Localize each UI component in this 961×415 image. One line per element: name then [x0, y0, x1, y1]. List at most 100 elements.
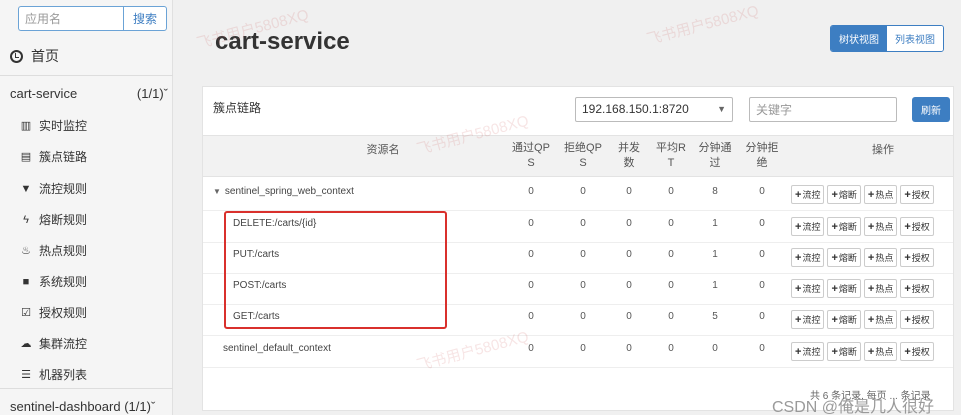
plus-icon: +: [904, 189, 911, 201]
col-minute-pass: 分钟通过: [698, 142, 732, 169]
table-cell: 8: [712, 186, 718, 197]
authority-rule-button[interactable]: +授权: [900, 279, 934, 298]
hotspot-rule-button[interactable]: +热点: [863, 279, 898, 298]
plus-icon: +: [867, 283, 875, 295]
hotspot-rule-button[interactable]: +热点: [863, 217, 898, 236]
plus-icon: +: [904, 221, 911, 233]
hotspot-rule-button[interactable]: +热点: [863, 310, 898, 329]
plus-icon: +: [867, 314, 875, 326]
flow-rule-button[interactable]: +流控: [791, 342, 825, 361]
list-view-button[interactable]: 列表视图: [887, 26, 943, 51]
dashboard-icon: [10, 49, 23, 63]
table-cell: 0: [528, 186, 534, 197]
col-minute-block: 分钟拒绝: [745, 142, 779, 169]
sidebar-item-system-rules[interactable]: ■ 系统规则: [20, 273, 87, 290]
table-cell: 0: [626, 280, 632, 291]
table-icon: ☰: [21, 369, 31, 381]
hotspot-rule-button[interactable]: +热点: [863, 248, 898, 267]
app-cart-service[interactable]: cart-service (1/1)ˇ: [10, 86, 168, 101]
plus-icon: +: [795, 189, 802, 201]
machine-select[interactable]: 192.168.150.1:8720 ▼: [575, 97, 733, 122]
flow-rule-button[interactable]: +流控: [791, 248, 825, 267]
plus-icon: +: [867, 221, 875, 233]
authority-rule-button[interactable]: +授权: [900, 310, 934, 329]
table-cell: 0: [528, 280, 534, 291]
plus-icon: +: [831, 346, 838, 358]
plus-icon: +: [904, 283, 911, 295]
chevron-down-icon: ˇ: [163, 86, 168, 101]
table-cell: 0: [528, 249, 534, 260]
table-cell: 0: [580, 343, 586, 354]
tree-view-button[interactable]: 树状视图: [831, 26, 887, 51]
main-content: cart-service 树状视图 列表视图 簇点链路 192.168.150.…: [175, 0, 961, 415]
authority-rule-button[interactable]: +授权: [900, 185, 934, 204]
flow-rule-button[interactable]: +流控: [791, 217, 825, 236]
keyword-input[interactable]: [749, 97, 897, 122]
expand-icon[interactable]: ▼: [213, 187, 221, 196]
table-cell: 0: [580, 280, 586, 291]
refresh-button[interactable]: 刷新: [912, 97, 950, 122]
degrade-rule-button[interactable]: +熔断: [827, 310, 861, 329]
hotspot-rule-button[interactable]: +热点: [863, 185, 898, 204]
table-cell: 0: [528, 343, 534, 354]
table-cell: 0: [626, 218, 632, 229]
sidebar-item-flow-rules[interactable]: ▼ 流控规则: [20, 180, 87, 197]
sidebar-item-realtime-monitor[interactable]: ▥ 实时监控: [20, 117, 87, 134]
degrade-rule-button[interactable]: +熔断: [827, 279, 861, 298]
filter-icon: ▼: [20, 182, 32, 195]
table-cell: 0: [668, 311, 674, 322]
sidebar-item-machine-list[interactable]: ☰ 机器列表: [20, 366, 87, 383]
flow-rule-button[interactable]: +流控: [791, 279, 825, 298]
search-button[interactable]: 搜索: [123, 6, 167, 31]
col-block-qps: 拒绝QP S: [564, 142, 602, 169]
flow-rule-button[interactable]: +流控: [791, 185, 825, 204]
table-cell: 0: [626, 249, 632, 260]
plus-icon: +: [831, 283, 838, 295]
degrade-rule-button[interactable]: +熔断: [827, 185, 861, 204]
resource-name: ▼ sentinel_spring_web_context: [213, 186, 354, 197]
app-sentinel-dashboard[interactable]: sentinel-dashboard (1/1)ˇ: [10, 399, 168, 414]
table-header: 资源名 通过QP S 拒绝QP S 并发数 平均R T 分钟通过 分钟拒绝 操作: [203, 135, 953, 177]
col-resource: 资源名: [366, 144, 400, 156]
sidebar-item-authority-rules[interactable]: ☑ 授权规则: [20, 304, 87, 321]
table-cell: 0: [712, 343, 718, 354]
sidebar-item-cluster-flow[interactable]: ☁ 集群流控: [20, 335, 88, 352]
table-cell: 0: [668, 280, 674, 291]
table-cell: 0: [580, 186, 586, 197]
row-actions: +流控 +熔断 +热点 +授权: [791, 279, 934, 298]
home-link[interactable]: 首页: [10, 46, 59, 66]
table-row: ▼ sentinel_spring_web_context 0 0 0 0 8 0 +流控 +熔断…: [203, 179, 953, 211]
authority-rule-button[interactable]: +授权: [900, 342, 934, 361]
flow-rule-button[interactable]: +流控: [791, 310, 825, 329]
table-cell: 0: [626, 186, 632, 197]
table-cell: 0: [580, 311, 586, 322]
hotspot-rule-button[interactable]: +热点: [863, 342, 898, 361]
table-cell: 0: [759, 218, 765, 229]
plus-icon: +: [831, 252, 838, 264]
authority-rule-button[interactable]: +授权: [900, 248, 934, 267]
authority-rule-button[interactable]: +授权: [900, 217, 934, 236]
sidebar-item-cluster-chain[interactable]: ▤ 簇点链路: [20, 148, 87, 165]
degrade-rule-button[interactable]: +熔断: [827, 248, 861, 267]
fire-icon: ♨: [21, 245, 31, 257]
plus-icon: +: [867, 252, 875, 264]
sidebar-item-hotspot-rules[interactable]: ♨ 热点规则: [20, 242, 87, 259]
app-name: cart-service: [10, 86, 78, 101]
app-count: (1/1)ˇ: [136, 86, 168, 101]
table-cell: 0: [668, 343, 674, 354]
app-search-input[interactable]: [18, 6, 123, 31]
plus-icon: +: [795, 252, 802, 264]
panel-title: 簇点链路: [213, 101, 262, 115]
divider: [0, 75, 173, 76]
degrade-rule-button[interactable]: +熔断: [827, 217, 861, 236]
plus-icon: +: [795, 314, 802, 326]
degrade-rule-button[interactable]: +熔断: [827, 342, 861, 361]
cluster-chain-panel: 簇点链路 192.168.150.1:8720 ▼ 刷新 资源名 通过QPS 拒…: [202, 86, 954, 411]
sidebar-item-degrade-rules[interactable]: ϟ 熔断规则: [20, 211, 87, 228]
plus-icon: +: [795, 283, 802, 295]
chevron-down-icon: ˇ: [150, 399, 156, 414]
sidebar: 搜索 首页 cart-service (1/1)ˇ ▥实时监控 ▤簇点链路 ▼流…: [0, 0, 173, 415]
row-actions: +流控 +熔断 +热点 +授权: [791, 342, 934, 361]
table-cell: 5: [712, 311, 718, 322]
page-title: cart-service: [215, 28, 350, 55]
